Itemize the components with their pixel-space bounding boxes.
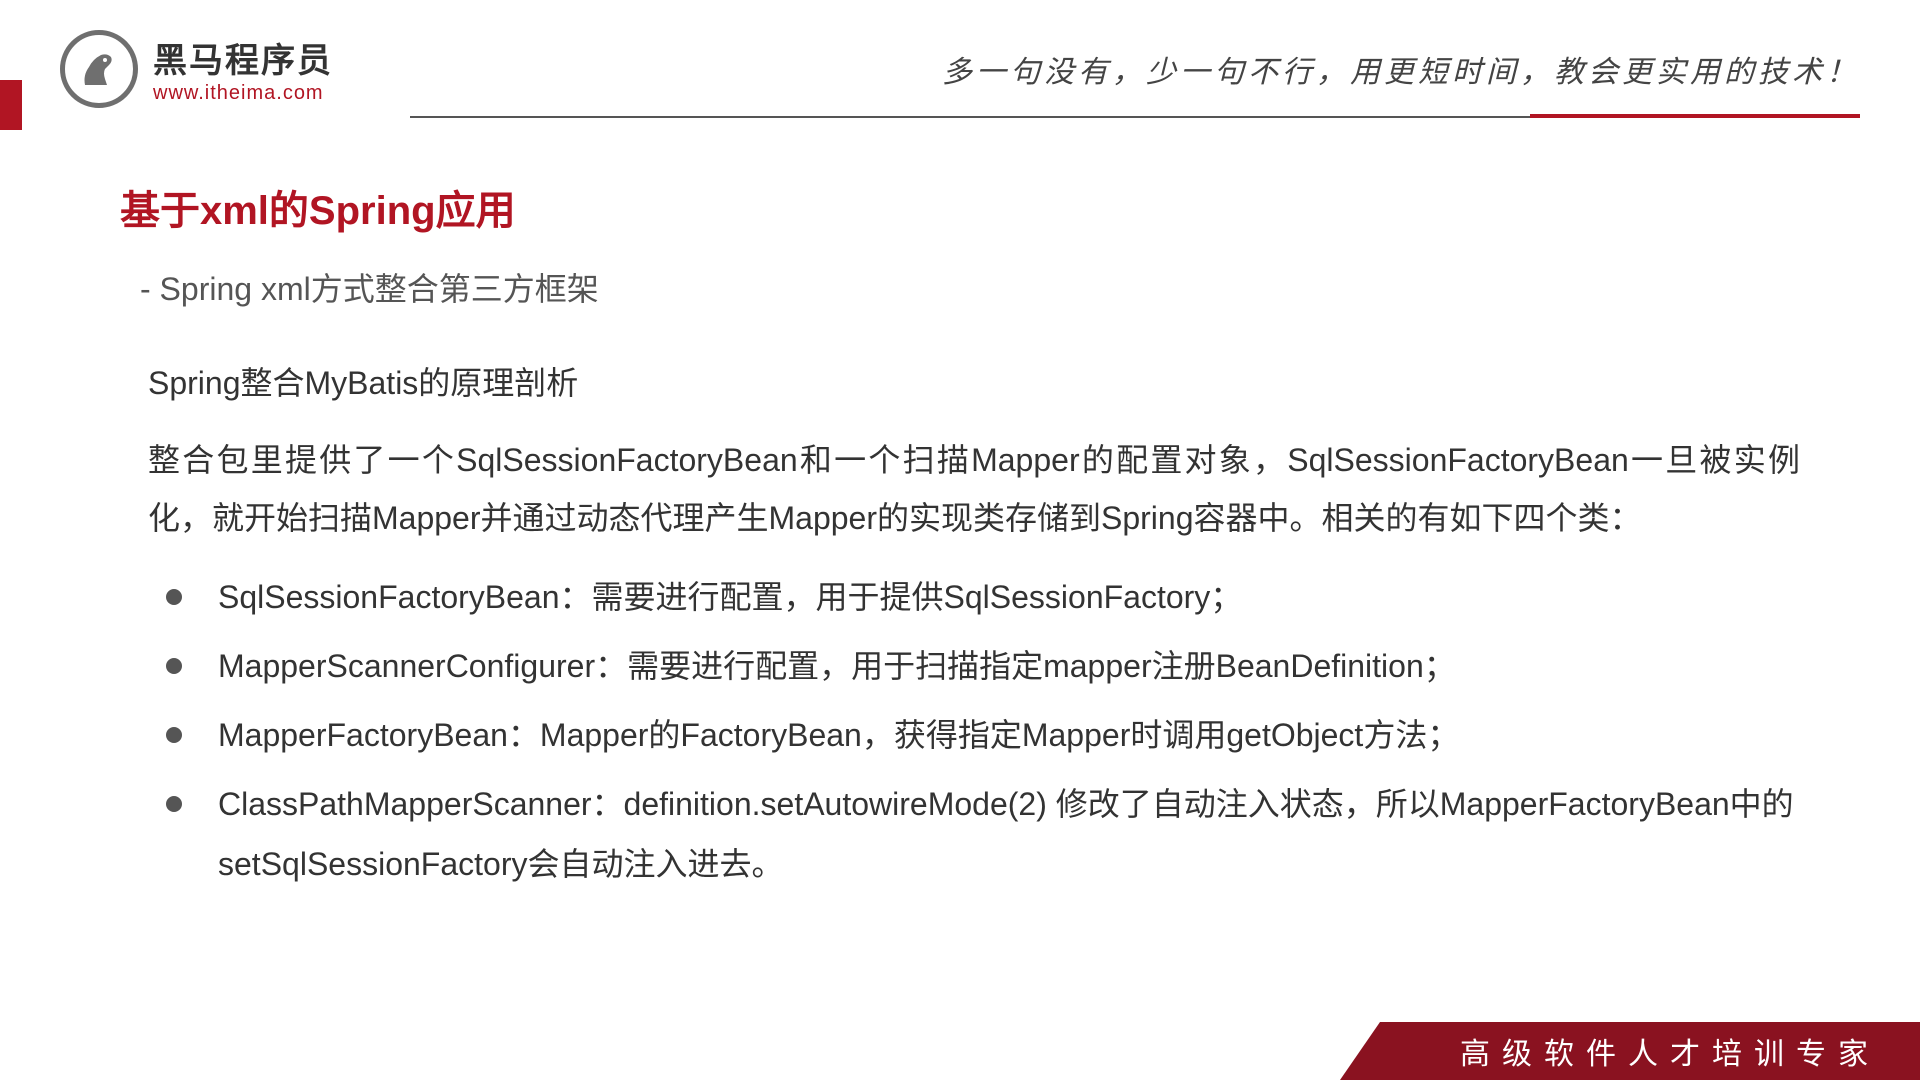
list-item: SqlSessionFactoryBean：需要进行配置，用于提供SqlSess… bbox=[148, 567, 1800, 628]
footer-banner: 高级软件人才培训专家 bbox=[1380, 1022, 1920, 1080]
page-subtitle: - Spring xml方式整合第三方框架 bbox=[140, 264, 1800, 310]
logo-url: www.itheima.com bbox=[153, 82, 333, 105]
list-item: ClassPathMapperScanner：definition.setAut… bbox=[148, 774, 1800, 896]
bullet-list: SqlSessionFactoryBean：需要进行配置，用于提供SqlSess… bbox=[148, 567, 1800, 895]
main-content: 基于xml的Spring应用 - Spring xml方式整合第三方框架 Spr… bbox=[0, 128, 1920, 895]
intro-paragraph: 整合包里提供了一个SqlSessionFactoryBean和一个扫描Mappe… bbox=[148, 432, 1800, 547]
slogan-text: 多一句没有，少一句不行，用更短时间，教会更实用的技术！ bbox=[942, 47, 1860, 91]
horse-icon bbox=[75, 45, 123, 93]
list-item: MapperScannerConfigurer：需要进行配置，用于扫描指定map… bbox=[148, 636, 1800, 697]
logo-icon bbox=[60, 30, 138, 108]
logo-brand-name: 黑马程序员 bbox=[153, 33, 333, 82]
header-divider-accent bbox=[1530, 114, 1860, 118]
list-item: MapperFactoryBean：Mapper的FactoryBean，获得指… bbox=[148, 705, 1800, 766]
page-title: 基于xml的Spring应用 bbox=[120, 178, 1800, 236]
footer-banner-text: 高级软件人才培训专家 bbox=[1460, 1029, 1880, 1073]
logo-text: 黑马程序员 www.itheima.com bbox=[153, 33, 333, 105]
logo-area: 黑马程序员 www.itheima.com bbox=[60, 30, 333, 108]
header: 黑马程序员 www.itheima.com 多一句没有，少一句不行，用更短时间，… bbox=[0, 0, 1920, 128]
section-title: Spring整合MyBatis的原理剖析 bbox=[148, 358, 1800, 404]
